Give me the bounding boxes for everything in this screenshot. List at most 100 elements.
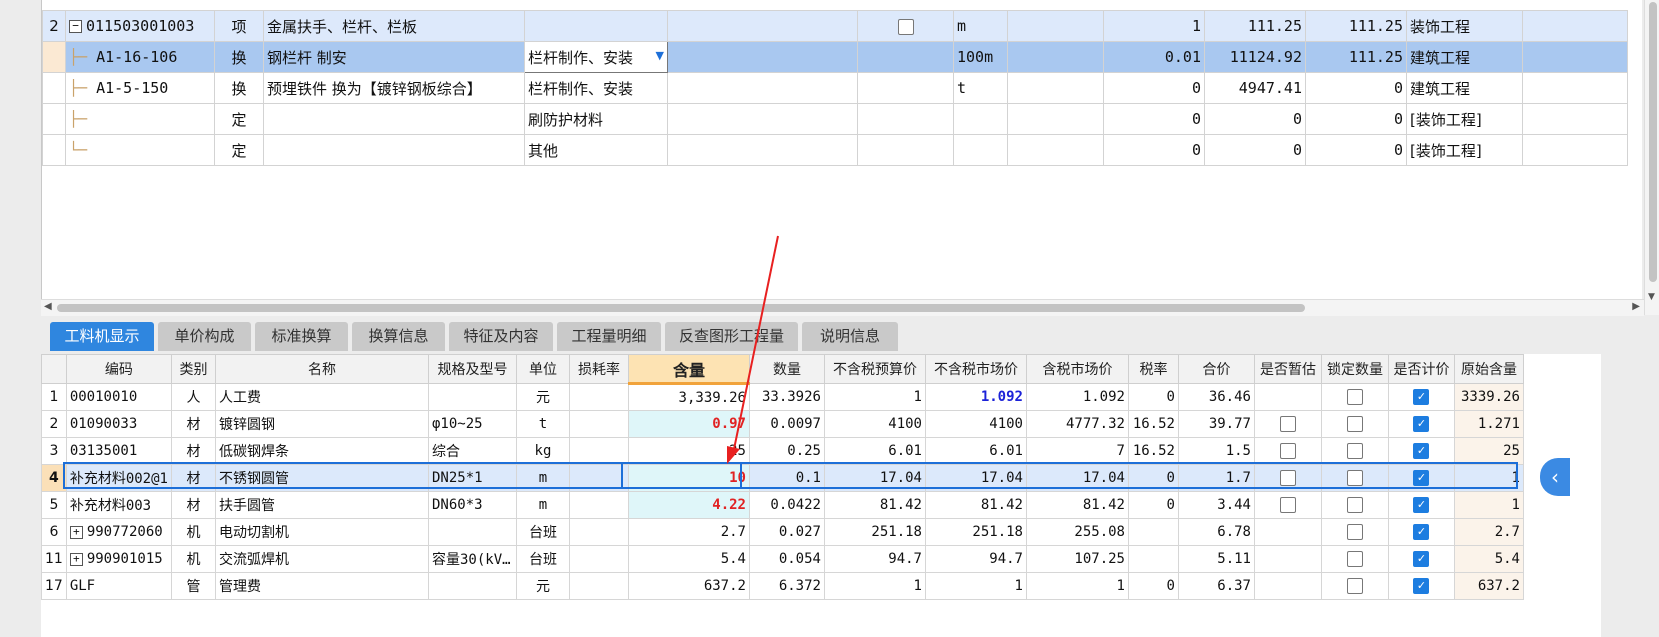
resource-name[interactable]: 电动切割机: [214, 518, 429, 546]
resource-content[interactable]: 2.7: [627, 518, 750, 546]
resource-unit[interactable]: m: [515, 464, 570, 492]
resource-qty[interactable]: 0.25: [748, 437, 825, 465]
resource-tax-market-price[interactable]: 17.04: [1025, 464, 1129, 492]
resource-tax-market-price[interactable]: 1: [1025, 572, 1129, 600]
chevron-left-icon[interactable]: ‹: [1540, 458, 1570, 496]
item-row[interactable]: └─ 定其他 0 0 0 [装饰工程]: [42, 134, 1628, 166]
resource-market-price[interactable]: 17.04: [924, 464, 1027, 492]
resource-spec[interactable]: DN60*3: [427, 491, 517, 519]
resource-original-content[interactable]: 1.271: [1453, 410, 1524, 438]
column-header-10[interactable]: 不含税市场价: [924, 354, 1027, 384]
item-name[interactable]: 钢栏杆 制安: [263, 41, 525, 73]
resource-original-content[interactable]: 25: [1453, 437, 1524, 465]
resource-market-price[interactable]: 1: [924, 572, 1027, 600]
item-qty[interactable]: 0: [1103, 103, 1205, 135]
item-spec[interactable]: 栏杆制作、安装 ▼: [524, 41, 668, 73]
tab-0[interactable]: 工料机显示: [50, 322, 154, 351]
resource-budget-price[interactable]: 6.01: [823, 437, 926, 465]
resource-budget-price[interactable]: 94.7: [823, 545, 926, 573]
resource-market-price[interactable]: 94.7: [924, 545, 1027, 573]
column-header-15[interactable]: 锁定数量: [1320, 354, 1389, 384]
resource-tax-market-price[interactable]: 107.25: [1025, 545, 1129, 573]
lock-qty-checkbox[interactable]: [1346, 470, 1363, 486]
item-row[interactable]: ├─ A1-5-150 换预埋铁件 换为【镀锌钢板综合】 栏杆制作、安装 t 0 4947…: [42, 72, 1628, 104]
tab-7[interactable]: 说明信息: [802, 322, 898, 351]
resource-content[interactable]: 25: [627, 437, 750, 465]
item-row[interactable]: ├─ 定刷防护材料 0 0 0 [装饰工程]: [42, 103, 1628, 135]
estimate-cell[interactable]: [1253, 410, 1322, 438]
item-qty[interactable]: 1: [1103, 10, 1205, 42]
resource-tax-market-price[interactable]: 1.092: [1025, 383, 1129, 411]
table-row[interactable]: 11 +990901015 机交流弧焊机 容量30(kV… 台班 5.4 0.054 94.7…: [41, 545, 1524, 573]
item-code[interactable]: ├─ A1-16-106: [65, 41, 215, 73]
item-checkbox-cell[interactable]: [857, 134, 954, 166]
resource-code[interactable]: 03135001: [65, 437, 172, 465]
resource-unit[interactable]: 台班: [515, 545, 570, 573]
resource-name[interactable]: 低碳钢焊条: [214, 437, 429, 465]
table-row[interactable]: 4 补充材料002@1 材不锈钢圆管 DN25*1 m 10 0.1 17.04 17.04 17…: [41, 464, 1524, 492]
item-code[interactable]: └─: [65, 134, 215, 166]
estimate-cell[interactable]: [1253, 437, 1322, 465]
estimate-cell[interactable]: [1253, 572, 1322, 600]
resource-content[interactable]: 637.2: [627, 572, 750, 600]
resource-loss[interactable]: [568, 464, 629, 492]
resource-code[interactable]: 补充材料002@1: [65, 464, 172, 492]
lock-qty-cell[interactable]: [1320, 518, 1389, 546]
resource-budget-price[interactable]: 81.42: [823, 491, 926, 519]
lock-qty-checkbox[interactable]: [1346, 578, 1363, 594]
resource-code[interactable]: +990772060: [65, 518, 172, 546]
item-code[interactable]: ├─ A1-5-150: [65, 72, 215, 104]
estimate-cell[interactable]: [1253, 491, 1322, 519]
resource-qty[interactable]: 0.0097: [748, 410, 825, 438]
resource-original-content[interactable]: 1: [1453, 464, 1524, 492]
lock-qty-checkbox[interactable]: [1346, 389, 1363, 405]
resource-name[interactable]: 人工费: [214, 383, 429, 411]
resource-qty[interactable]: 0.1: [748, 464, 825, 492]
resource-spec[interactable]: 容量30(kV…: [427, 545, 517, 573]
lock-qty-checkbox[interactable]: [1346, 443, 1363, 459]
vertical-scroll-thumb[interactable]: [1649, 2, 1657, 282]
estimate-checkbox[interactable]: [1279, 470, 1296, 486]
resource-spec[interactable]: [427, 518, 517, 546]
priced-cell[interactable]: ✓: [1387, 437, 1455, 465]
resource-market-price[interactable]: 4100: [924, 410, 1027, 438]
resource-qty[interactable]: 6.372: [748, 572, 825, 600]
column-header-4[interactable]: 规格及型号: [427, 354, 517, 384]
resource-tax-rate[interactable]: 16.52: [1127, 437, 1179, 465]
column-header-1[interactable]: 编码: [65, 354, 172, 384]
priced-checkbox[interactable]: ✓: [1413, 389, 1430, 405]
item-checkbox-cell[interactable]: [857, 41, 954, 73]
resource-loss[interactable]: [568, 518, 629, 546]
resource-tax-rate[interactable]: 0: [1127, 383, 1179, 411]
resource-name[interactable]: 交流弧焊机: [214, 545, 429, 573]
lock-qty-cell[interactable]: [1320, 572, 1389, 600]
resource-spec[interactable]: DN25*1: [427, 464, 517, 492]
estimate-cell[interactable]: [1253, 518, 1322, 546]
resource-tax-rate[interactable]: 0: [1127, 464, 1179, 492]
resource-spec[interactable]: φ10~25: [427, 410, 517, 438]
priced-cell[interactable]: ✓: [1387, 572, 1455, 600]
item-name[interactable]: [263, 134, 525, 166]
table-row[interactable]: 17 GLF 管管理费元 637.2 6.372 1 1 1 0 6.37 ✓ 637.2: [41, 572, 1524, 600]
table-row[interactable]: 2 01090033 材镀锌圆钢 φ10~25 t 0.97 0.0097 4100 4100 4…: [41, 410, 1524, 438]
resource-original-content[interactable]: 1: [1453, 491, 1524, 519]
item-spec[interactable]: 栏杆制作、安装: [524, 72, 668, 104]
lock-qty-checkbox[interactable]: [1346, 551, 1363, 567]
resource-name[interactable]: 不锈钢圆管: [214, 464, 429, 492]
lock-qty-cell[interactable]: [1320, 545, 1389, 573]
resource-name[interactable]: 镀锌圆钢: [214, 410, 429, 438]
item-checkbox-cell[interactable]: [857, 72, 954, 104]
resource-code[interactable]: 01090033: [65, 410, 172, 438]
priced-cell[interactable]: ✓: [1387, 491, 1455, 519]
vertical-scrollbar[interactable]: ▼: [1644, 0, 1659, 315]
item-name[interactable]: [263, 103, 525, 135]
item-qty[interactable]: 0: [1103, 134, 1205, 166]
priced-cell[interactable]: ✓: [1387, 410, 1455, 438]
resource-content[interactable]: 10: [627, 464, 750, 492]
resource-budget-price[interactable]: 17.04: [823, 464, 926, 492]
table-row[interactable]: 6 +990772060 机电动切割机 台班 2.7 0.027 251.18 251.18 2…: [41, 518, 1524, 546]
item-checkbox-cell[interactable]: [857, 10, 954, 42]
column-header-11[interactable]: 含税市场价: [1025, 354, 1129, 384]
item-category[interactable]: [装饰工程]: [1406, 134, 1523, 166]
estimate-checkbox[interactable]: [1279, 497, 1296, 513]
